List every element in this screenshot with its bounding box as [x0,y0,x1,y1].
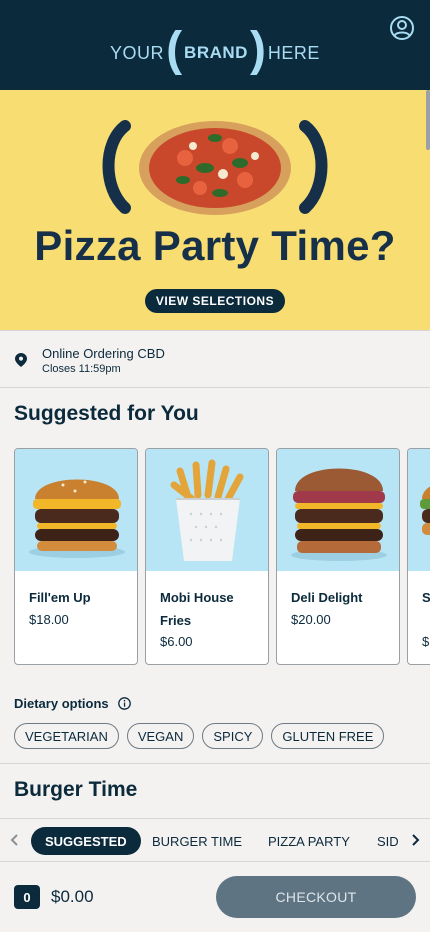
cart-count-badge[interactable]: 0 [14,885,40,909]
product-card[interactable]: Deli Delight $20.00 [276,448,400,665]
promo-banner[interactable]: Pizza Party Time? VIEW SELECTIONS [0,90,430,330]
product-price: $ [422,634,430,649]
filter-chip-gluten-free[interactable]: GLUTEN FREE [271,723,385,749]
suggested-title: Suggested for You [14,402,199,425]
promo-title: Pizza Party Time? [34,222,396,269]
store-location[interactable]: Online Ordering CBD Closes 11:59pm [0,330,430,388]
burger-icon [420,486,430,535]
product-image [277,449,399,571]
chevron-left-icon[interactable] [8,833,22,847]
tab-sides[interactable]: SID [377,827,399,855]
product-image [408,449,430,571]
chevron-right-icon[interactable] [408,833,422,847]
filter-chip-vegan[interactable]: VEGAN [126,723,195,749]
product-card[interactable]: S V $ [407,448,430,665]
product-name: Fill'em Up [29,590,91,605]
cart-bar: 0 $0.00 CHECKOUT [0,862,430,932]
dietary-options-label: Dietary options [14,696,109,711]
product-name: S V [422,590,430,605]
product-image [146,449,268,571]
fries-icon [170,459,244,561]
store-name: Online Ordering CBD [42,346,165,361]
product-card[interactable]: Fill'em Up $18.00 [14,448,138,665]
product-price: $20.00 [291,612,331,627]
logo-paren-open: ( [166,23,183,76]
product-name: Mobi House Fries [160,590,234,628]
logo-text-left: YOUR [110,42,165,63]
logo-paren-close: ) [249,23,266,76]
burger-icon [29,479,125,558]
store-hours: Closes 11:59pm [42,363,121,375]
user-circle-icon[interactable] [389,15,415,41]
logo-text-brand: BRAND [184,43,248,62]
map-pin-icon [15,353,27,367]
tab-suggested[interactable]: SUGGESTED [31,827,141,855]
section-divider [0,763,430,764]
product-name: Deli Delight [291,590,363,605]
brand-logo[interactable]: YOUR ( BRAND ) HERE [0,23,430,78]
filter-chip-spicy[interactable]: SPICY [202,723,264,749]
tab-pizza-party[interactable]: PIZZA PARTY [268,827,350,855]
product-price: $6.00 [160,634,193,649]
checkout-button[interactable]: CHECKOUT [216,876,416,918]
deli-burger-icon [291,468,387,561]
category-title: Burger Time [14,778,138,801]
app-header: YOUR ( BRAND ) HERE [0,0,430,90]
cart-total: $0.00 [51,887,94,906]
info-icon[interactable] [118,697,131,710]
filter-chip-vegetarian[interactable]: VEGETARIAN [14,723,119,749]
logo-text-right: HERE [267,42,320,63]
product-card[interactable]: Mobi House Fries $6.00 [145,448,269,665]
view-selections-button[interactable]: VIEW SELECTIONS [145,289,285,313]
product-price: $18.00 [29,612,69,627]
pizza-icon [102,120,328,215]
tab-burger-time[interactable]: BURGER TIME [152,827,242,855]
dietary-filter-chips: VEGETARIAN VEGAN SPICY GLUTEN FREE [14,723,385,749]
suggested-carousel[interactable]: Fill'em Up $18.00 Mobi House Fries $6.00… [14,448,430,666]
product-image [15,449,137,571]
category-tab-bar: SUGGESTED BURGER TIME PIZZA PARTY SID [0,818,430,862]
scrollbar[interactable] [426,90,430,150]
